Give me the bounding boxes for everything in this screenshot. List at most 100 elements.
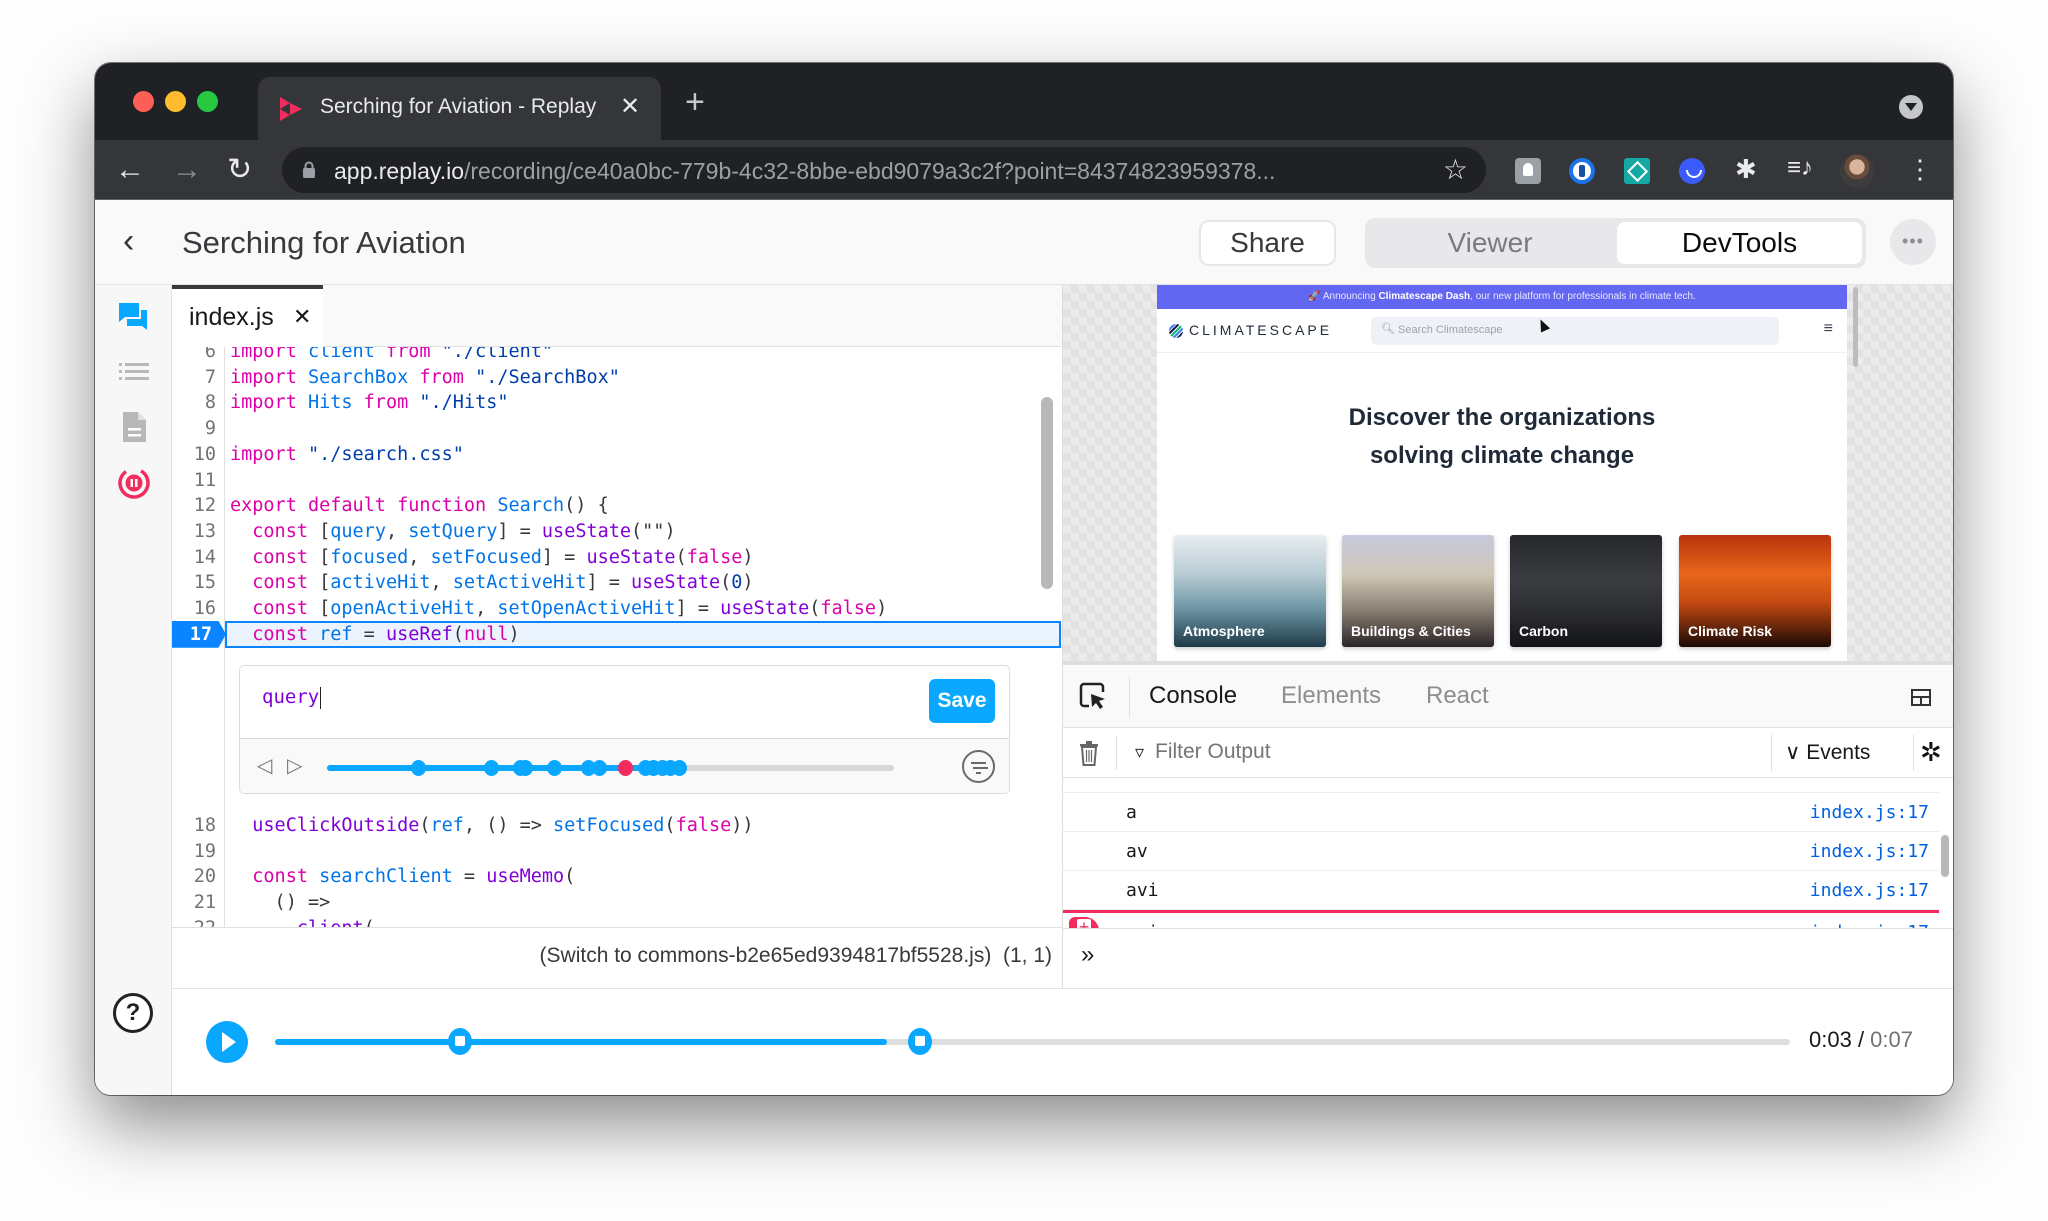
browser-menu-icon[interactable]: ⋮	[1907, 154, 1933, 185]
site-search-placeholder: Search Climatescape	[1398, 324, 1503, 336]
play-button[interactable]	[206, 1021, 248, 1063]
console-message[interactable]: avi index.js:17	[1063, 871, 1939, 910]
logpoint-expression-input[interactable]: query	[262, 686, 322, 709]
replay-pause-icon[interactable]	[117, 465, 151, 499]
source-file-icon[interactable]	[117, 410, 151, 444]
logpoint-save-button[interactable]: Save	[929, 679, 995, 723]
editor-scrollbar[interactable]	[1041, 397, 1053, 589]
hit-marker[interactable]	[518, 760, 534, 776]
console-message[interactable]: a index.js:17	[1063, 793, 1939, 832]
back-chevron-icon[interactable]: ‹	[123, 222, 134, 261]
line-number[interactable]: 7	[172, 365, 216, 391]
comments-icon[interactable]	[117, 300, 151, 334]
reload-icon[interactable]: ↻	[227, 150, 252, 190]
line-number[interactable]: 19	[172, 839, 216, 865]
console-settings-gear-icon[interactable]: ✲	[1920, 738, 1942, 766]
url-path: /recording/ce40a0bc-779b-4c32-8bbe-ebd90…	[464, 158, 1276, 184]
browser-tab[interactable]: Serching for Aviation - Replay ✕	[258, 77, 661, 140]
line-number[interactable]: 12	[172, 493, 216, 519]
editor-tab-close-icon[interactable]: ✕	[293, 304, 311, 330]
current-hit-marker[interactable]	[617, 760, 633, 776]
line-number[interactable]: 16	[172, 596, 216, 622]
back-icon[interactable]: ←	[115, 150, 145, 190]
add-comment-icon[interactable]	[1069, 917, 1099, 928]
line-number[interactable]: 10	[172, 442, 216, 468]
hits-timeline[interactable]	[327, 760, 894, 776]
share-button[interactable]: Share	[1199, 220, 1336, 266]
tab-elements[interactable]: Elements	[1281, 682, 1381, 710]
line-number[interactable]: 21	[172, 890, 216, 916]
console-message-location-link[interactable]: index.js:17	[1810, 841, 1929, 862]
console-input-row[interactable]: »	[1063, 928, 1953, 988]
comment-marker-icon[interactable]	[447, 1028, 472, 1055]
extension-smile-icon[interactable]	[1679, 158, 1705, 184]
comment-marker-icon[interactable]	[908, 1028, 933, 1055]
hit-marker[interactable]	[671, 760, 687, 776]
line-number[interactable]: 11	[172, 468, 216, 494]
search-icon: 🔍︎	[1381, 323, 1395, 335]
hit-marker[interactable]	[546, 760, 562, 776]
tab-console[interactable]: Console	[1149, 682, 1237, 710]
console-message-location-link[interactable]: index.js:17	[1810, 802, 1929, 823]
divider	[1771, 735, 1772, 771]
line-number[interactable]: 18	[172, 813, 216, 839]
line-number[interactable]: 15	[172, 570, 216, 596]
console-message-location-link[interactable]: index.js:17	[1810, 880, 1929, 901]
next-hit-icon[interactable]: ▷	[287, 753, 302, 778]
address-bar[interactable]: app.replay.io/recording/ce40a0bc-779b-4c…	[282, 147, 1486, 193]
line-number[interactable]: 14	[172, 545, 216, 571]
code-line: 10 import "./search.css"	[172, 442, 1062, 468]
new-tab-button[interactable]: +	[685, 85, 705, 119]
filter-output-input[interactable]	[1155, 740, 1715, 764]
tab-close-icon[interactable]: ✕	[620, 92, 640, 121]
events-list-icon[interactable]	[117, 355, 151, 389]
recording-title[interactable]: Serching for Aviation	[182, 225, 466, 261]
hit-marker[interactable]	[484, 760, 500, 776]
editor-tab-index-js[interactable]: index.js ✕	[172, 285, 323, 347]
line-number[interactable]: 8	[172, 390, 216, 416]
hit-marker[interactable]	[410, 760, 426, 776]
code-line: const ref = useRef(null)	[172, 622, 1062, 648]
logpoint-panel: query Save ◁ ▷	[239, 665, 1010, 794]
console-message[interactable]: aviaindex.js:17	[1063, 910, 1939, 928]
code-line: 6 import client from "./client"	[172, 347, 1062, 365]
timeline-scrubber[interactable]	[275, 1028, 1790, 1055]
line-number[interactable]: 13	[172, 519, 216, 545]
extension-diamond-icon[interactable]	[1624, 158, 1650, 184]
forward-icon[interactable]: →	[172, 150, 202, 190]
console-output: aindex.js:17avindex.js:17aviindex.js:17a…	[1063, 778, 1953, 928]
hit-marker[interactable]	[592, 760, 608, 776]
minimize-window-button[interactable]	[165, 91, 186, 112]
line-number[interactable]: 9	[172, 416, 216, 442]
logpoint-filter-icon[interactable]	[962, 750, 995, 783]
bookmark-star-icon[interactable]: ☆	[1443, 153, 1468, 186]
previous-hit-icon[interactable]: ◁	[257, 753, 272, 778]
line-number[interactable]: 6	[172, 347, 216, 365]
lock-icon	[303, 161, 315, 178]
extension-1password-icon[interactable]	[1569, 158, 1595, 184]
more-options-button[interactable]: •••	[1890, 219, 1936, 265]
line-number[interactable]: 20	[172, 864, 216, 890]
console-message[interactable]: av index.js:17	[1063, 832, 1939, 871]
video-preview[interactable]: 🚀 Announcing Climatescape Dash, our new …	[1063, 285, 1953, 665]
media-control-icon[interactable]: ≡♪	[1787, 154, 1813, 182]
console-scrollbar[interactable]	[1941, 835, 1949, 877]
clear-console-trash-icon[interactable]	[1079, 740, 1099, 766]
zoom-window-button[interactable]	[197, 91, 218, 112]
devtools-mode-button[interactable]: DevTools	[1617, 222, 1862, 264]
help-button[interactable]: ?	[113, 993, 153, 1033]
viewer-mode-button[interactable]: Viewer	[1365, 218, 1615, 268]
console-message[interactable]	[1063, 778, 1939, 793]
tab-search-icon[interactable]	[1899, 95, 1923, 119]
tab-react[interactable]: React	[1426, 682, 1489, 710]
extensions-puzzle-icon[interactable]: ✱	[1735, 154, 1757, 185]
extension-lightbulb-icon[interactable]	[1515, 158, 1541, 184]
code-lines-lower[interactable]: 18 useClickOutside(ref, () => setFocused…	[172, 807, 1062, 927]
element-picker-icon[interactable]	[1079, 682, 1107, 710]
line-number[interactable]: 22	[172, 916, 216, 927]
events-dropdown[interactable]: ∨ Events	[1785, 740, 1870, 765]
profile-avatar[interactable]	[1840, 154, 1874, 188]
toggle-layout-icon[interactable]	[1911, 689, 1931, 706]
source-switch-link[interactable]: (Switch to commons-b2e65ed9394817bf5528.…	[540, 944, 1052, 968]
close-window-button[interactable]	[133, 91, 154, 112]
